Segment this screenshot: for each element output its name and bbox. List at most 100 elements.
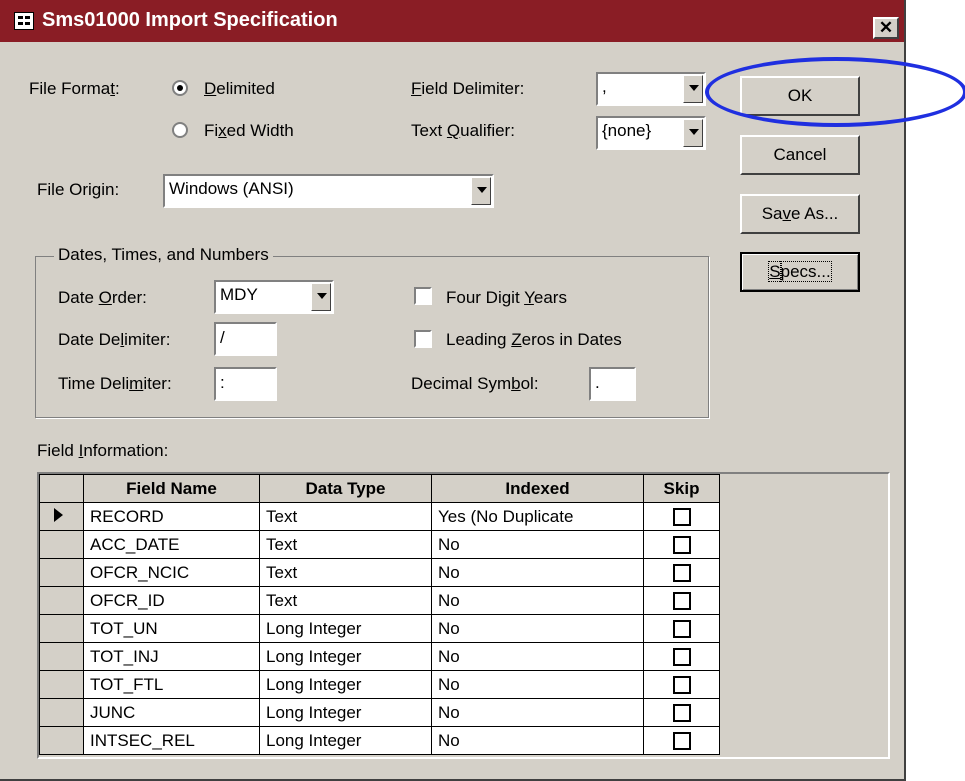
table-row[interactable]: ACC_DATE Text No	[39, 530, 720, 559]
cancel-button[interactable]: Cancel	[740, 135, 860, 175]
field-name-cell[interactable]: INTSEC_REL	[83, 726, 260, 755]
skip-checkbox[interactable]	[672, 676, 691, 695]
indexed-cell[interactable]: No	[431, 586, 644, 615]
indexed-cell[interactable]: No	[431, 726, 644, 755]
column-header-indexed[interactable]: Indexed	[431, 474, 644, 503]
skip-cell[interactable]	[643, 670, 720, 699]
decimal-symbol-input[interactable]: .	[589, 367, 636, 401]
field-name-cell[interactable]: TOT_INJ	[83, 642, 260, 671]
indexed-cell[interactable]: No	[431, 558, 644, 587]
window-title: Sms01000 Import Specification	[42, 9, 338, 31]
indexed-cell[interactable]: No	[431, 530, 644, 559]
table-row[interactable]: JUNC Long Integer No	[39, 698, 720, 727]
indexed-cell[interactable]: Yes (No Duplicate	[431, 502, 644, 531]
indexed-cell[interactable]: No	[431, 698, 644, 727]
table-row[interactable]: TOT_INJ Long Integer No	[39, 642, 720, 671]
data-type-cell[interactable]: Text	[259, 558, 432, 587]
field-name-cell[interactable]: ACC_DATE	[83, 530, 260, 559]
skip-cell[interactable]	[643, 642, 720, 671]
indexed-cell[interactable]: No	[431, 642, 644, 671]
four-digit-years-label[interactable]: Four Digit Years	[446, 288, 567, 308]
four-digit-years-checkbox[interactable]	[414, 287, 432, 305]
chevron-down-icon[interactable]	[311, 283, 331, 311]
table-row[interactable]: INTSEC_REL Long Integer No	[39, 726, 720, 755]
leading-zeros-label[interactable]: Leading Zeros in Dates	[446, 330, 622, 350]
data-type-cell[interactable]: Long Integer	[259, 614, 432, 643]
table-row[interactable]: TOT_FTL Long Integer No	[39, 670, 720, 699]
table-row[interactable]: OFCR_NCIC Text No	[39, 558, 720, 587]
data-type-cell[interactable]: Text	[259, 502, 432, 531]
indexed-cell[interactable]: No	[431, 614, 644, 643]
date-delimiter-label: Date Delimiter:	[58, 330, 171, 349]
group-legend: Dates, Times, and Numbers	[54, 245, 273, 265]
column-header-field-name[interactable]: Field Name	[83, 474, 260, 503]
data-type-cell[interactable]: Text	[259, 530, 432, 559]
data-type-cell[interactable]: Long Integer	[259, 642, 432, 671]
form-icon	[14, 12, 34, 30]
skip-checkbox[interactable]	[672, 648, 691, 667]
fixed-width-radio[interactable]	[172, 122, 188, 138]
fixed-width-label[interactable]: Fixed Width	[204, 121, 294, 141]
skip-cell[interactable]	[643, 558, 720, 587]
ok-button[interactable]: OK	[740, 76, 860, 116]
delimited-radio[interactable]	[172, 80, 188, 96]
row-selector[interactable]	[39, 698, 84, 727]
field-delimiter-label: Field Delimiter:	[411, 79, 525, 98]
field-name-cell[interactable]: TOT_UN	[83, 614, 260, 643]
field-name-cell[interactable]: OFCR_ID	[83, 586, 260, 615]
chevron-down-icon[interactable]	[683, 75, 703, 103]
row-selector[interactable]	[39, 558, 84, 587]
row-selector[interactable]	[39, 726, 84, 755]
time-delimiter-input[interactable]: :	[214, 367, 277, 401]
chevron-down-icon[interactable]	[471, 177, 491, 205]
text-qualifier-select[interactable]: {none}	[596, 116, 706, 150]
file-origin-select[interactable]: Windows (ANSI)	[163, 174, 494, 208]
date-order-select[interactable]: MDY	[214, 280, 334, 314]
table-row[interactable]: OFCR_ID Text No	[39, 586, 720, 615]
specs-button[interactable]: Specs...	[740, 252, 860, 292]
indexed-cell[interactable]: No	[431, 670, 644, 699]
data-type-cell[interactable]: Long Integer	[259, 698, 432, 727]
row-selector[interactable]	[39, 530, 84, 559]
table-row[interactable]: RECORD Text Yes (No Duplicate	[39, 502, 720, 531]
file-format-label: File Format:	[29, 79, 120, 98]
skip-checkbox[interactable]	[672, 592, 691, 611]
field-name-cell[interactable]: TOT_FTL	[83, 670, 260, 699]
delimited-label[interactable]: Delimited	[204, 79, 275, 99]
skip-checkbox[interactable]	[672, 508, 691, 527]
field-name-cell[interactable]: OFCR_NCIC	[83, 558, 260, 587]
current-row-icon	[54, 507, 63, 522]
field-delimiter-select[interactable]: ,	[596, 72, 706, 106]
chevron-down-icon[interactable]	[683, 119, 703, 147]
skip-checkbox[interactable]	[672, 704, 691, 723]
close-button[interactable]: ✕	[873, 17, 899, 39]
field-name-cell[interactable]: JUNC	[83, 698, 260, 727]
row-selector[interactable]	[39, 642, 84, 671]
data-type-cell[interactable]: Long Integer	[259, 726, 432, 755]
column-header-data-type[interactable]: Data Type	[259, 474, 432, 503]
field-name-cell[interactable]: RECORD	[83, 502, 260, 531]
title-bar[interactable]: Sms01000 Import Specification ✕	[0, 0, 904, 42]
data-type-cell[interactable]: Long Integer	[259, 670, 432, 699]
row-selector[interactable]	[39, 670, 84, 699]
table-row[interactable]: TOT_UN Long Integer No	[39, 614, 720, 643]
skip-checkbox[interactable]	[672, 536, 691, 555]
skip-cell[interactable]	[643, 586, 720, 615]
skip-cell[interactable]	[643, 502, 720, 531]
data-type-cell[interactable]: Text	[259, 586, 432, 615]
row-selector[interactable]	[39, 614, 84, 643]
skip-checkbox[interactable]	[672, 732, 691, 751]
skip-cell[interactable]	[643, 726, 720, 755]
skip-cell[interactable]	[643, 698, 720, 727]
skip-checkbox[interactable]	[672, 564, 691, 583]
date-delimiter-input[interactable]: /	[214, 322, 277, 356]
skip-cell[interactable]	[643, 614, 720, 643]
row-selector[interactable]	[39, 502, 84, 531]
skip-cell[interactable]	[643, 530, 720, 559]
row-selector[interactable]	[39, 586, 84, 615]
column-header-skip[interactable]: Skip	[643, 474, 720, 503]
save-as-button[interactable]: Save As...	[740, 194, 860, 234]
leading-zeros-checkbox[interactable]	[414, 330, 432, 348]
text-qualifier-label: Text Qualifier:	[411, 121, 515, 140]
skip-checkbox[interactable]	[672, 620, 691, 639]
